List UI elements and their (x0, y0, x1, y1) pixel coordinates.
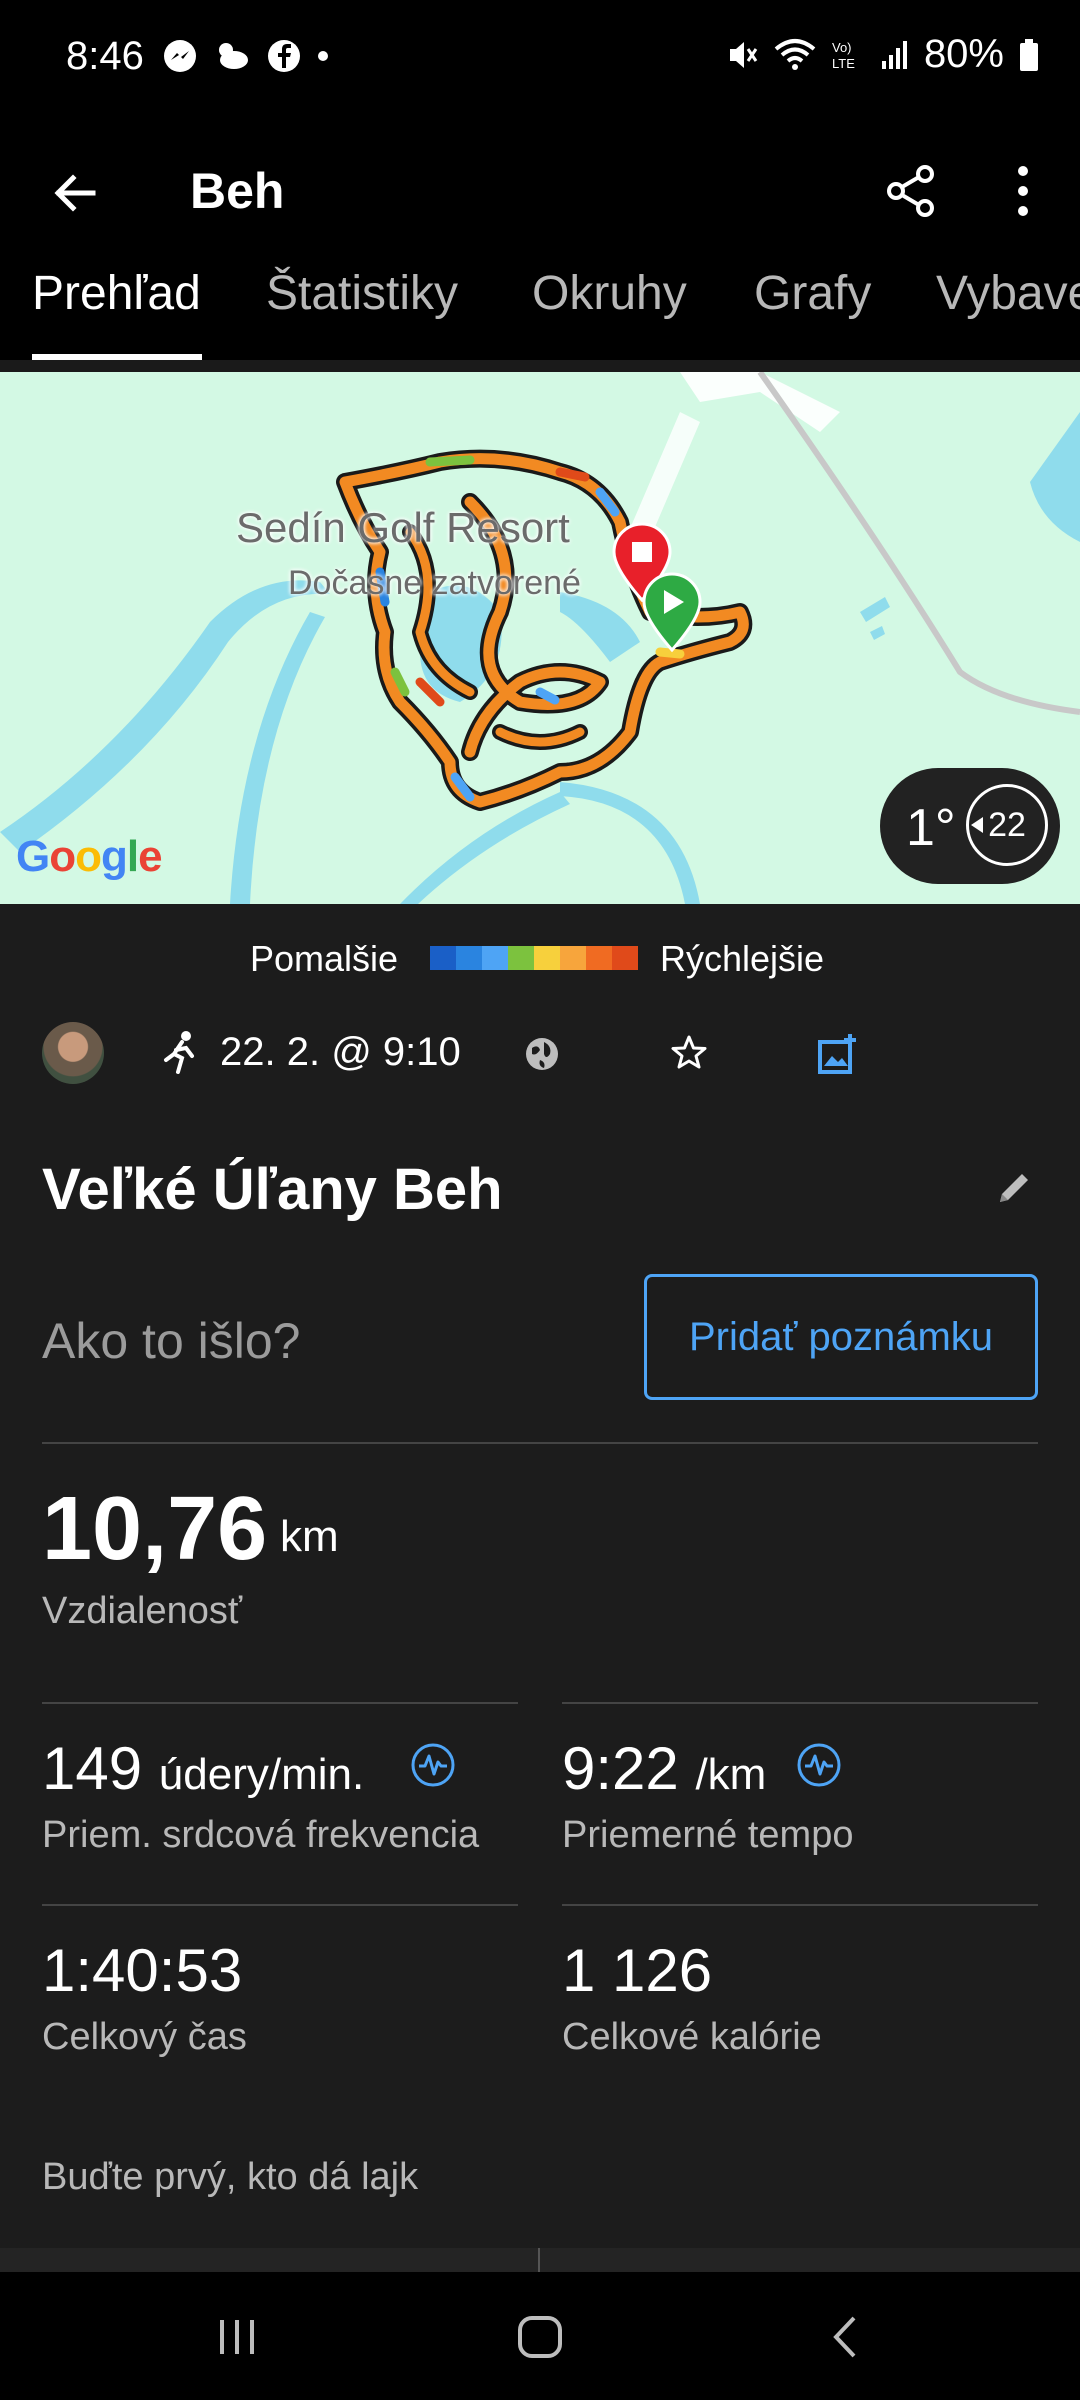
divider (42, 1702, 518, 1704)
volte-icon: Vo)LTE (832, 40, 855, 71)
edit-icon[interactable] (994, 1168, 1034, 1208)
svg-text:Vo): Vo) (832, 40, 852, 55)
like-prompt[interactable]: Buďte prvý, kto dá lajk (42, 2156, 418, 2199)
distance-value: 10,76 (42, 1479, 268, 1579)
legend-slower: Pomalšie (250, 938, 399, 979)
add-note-button[interactable]: Pridať poznámku (644, 1274, 1038, 1400)
pace-value: 9:22 (562, 1735, 679, 1802)
heart-rate-label: Priem. srdcová frekvencia (42, 1814, 480, 1856)
note-prompt: Ako to išlo? (42, 1313, 301, 1369)
heart-rate-unit: údery/min. (158, 1750, 365, 1799)
legend-color-bar (430, 946, 638, 970)
legend-faster: Rýchlejšie (660, 938, 825, 979)
add-photo-icon[interactable] (816, 1032, 860, 1076)
status-bar: 8:46 Vo) LTE 80% (0, 0, 1080, 120)
share-button[interactable] (876, 156, 946, 226)
tab-laps[interactable]: Okruhy (532, 266, 687, 321)
google-logo: Google (16, 832, 163, 881)
messenger-icon (164, 40, 196, 72)
map-place-name: Sedín Golf Resort (236, 504, 570, 551)
distance-unit: km (280, 1512, 339, 1561)
wifi-icon (774, 38, 816, 70)
dot-icon (318, 51, 328, 61)
more-vert-icon (1018, 166, 1028, 216)
tab-divider (0, 360, 1080, 372)
share-icon (887, 165, 934, 217)
divider (562, 1904, 1038, 1906)
svg-text:LTE: LTE (832, 56, 855, 71)
calories-label: Celkové kalórie (562, 2016, 822, 2058)
heart-rate-value: 149 (42, 1735, 143, 1802)
pace-value-row: 9:22 /km (562, 1734, 766, 1803)
back-button[interactable] (40, 158, 110, 228)
status-time: 8:46 (66, 34, 144, 78)
weather-icon (219, 43, 248, 69)
heart-rate-info-icon[interactable] (410, 1742, 456, 1788)
activity-title: Veľké Úľany Beh (42, 1157, 503, 1222)
tab-bar: Prehľad Štatistiky Okruhy Grafy Vybave (0, 252, 1080, 360)
bottom-split (538, 2248, 540, 2272)
status-right: Vo) LTE 80% (726, 32, 1040, 77)
notification-icons (162, 38, 330, 74)
pace-unit: /km (695, 1750, 767, 1799)
pace-legend: Pomalšie Rýchlejšie (0, 920, 1080, 990)
heart-rate-value-row: 149 údery/min. (42, 1734, 364, 1803)
avatar[interactable] (42, 1022, 104, 1084)
start-marker (642, 572, 702, 653)
activity-content: Pomalšie Rýchlejšie 22. 2. @ 9:10 Veľké … (0, 904, 1080, 2272)
tab-overview[interactable]: Prehľad (32, 266, 201, 321)
arrow-back-icon (54, 174, 96, 212)
home-icon[interactable] (512, 2312, 568, 2362)
page-title: Beh (190, 163, 285, 219)
total-time-value: 1:40:53 (42, 1937, 243, 2004)
battery-icon (1020, 38, 1038, 71)
temperature: 1° (906, 799, 956, 857)
signal-icon (881, 40, 907, 69)
calories-value: 1 126 (562, 1937, 713, 2004)
system-nav-bar (0, 2272, 1080, 2400)
tab-charts[interactable]: Grafy (754, 266, 871, 321)
pace-info-icon[interactable] (796, 1742, 842, 1788)
bottom-divider (0, 2248, 1080, 2272)
tab-statistics[interactable]: Štatistiky (266, 266, 458, 321)
map-place-status: Dočasne zatvorené (288, 564, 581, 602)
wind-direction-icon (971, 817, 983, 833)
more-options-button[interactable] (988, 156, 1058, 226)
battery-percent: 80% (923, 32, 1004, 76)
recent-apps-icon[interactable] (212, 2312, 262, 2362)
divider (42, 1904, 518, 1906)
facebook-icon (268, 40, 300, 72)
privacy-globe-icon[interactable] (522, 1034, 562, 1074)
weather-badge[interactable]: 1° 22 (880, 768, 1060, 884)
route-map[interactable]: Sedín Golf Resort Dočasne zatvorené Goog… (0, 372, 1080, 904)
pace-label: Priemerné tempo (562, 1814, 854, 1856)
divider (562, 1702, 1038, 1704)
running-icon (164, 1031, 194, 1074)
divider (42, 1442, 1038, 1444)
total-time-label: Celkový čas (42, 2016, 247, 2058)
wind-speed: 22 (966, 784, 1048, 866)
nav-back-icon[interactable] (820, 2312, 870, 2362)
mute-icon (729, 41, 758, 68)
activity-date: 22. 2. @ 9:10 (220, 1030, 461, 1074)
tab-gear[interactable]: Vybave (936, 266, 1080, 321)
star-icon[interactable] (668, 1032, 710, 1074)
distance-label: Vzdialenosť (42, 1590, 243, 1632)
